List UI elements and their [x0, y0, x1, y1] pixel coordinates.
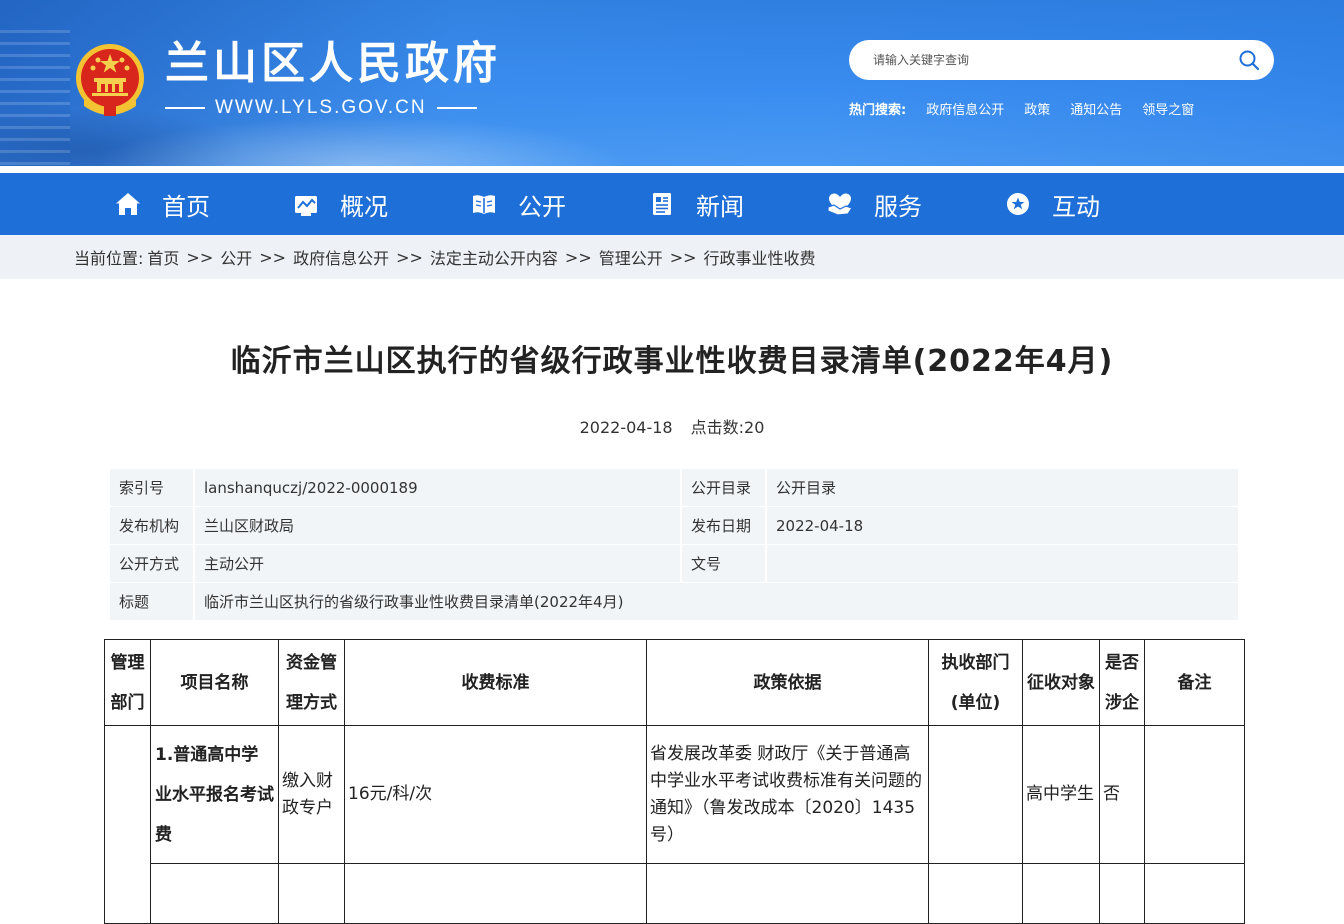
heart-hand-icon: [827, 193, 853, 216]
nav-label-home: 首页: [162, 192, 210, 221]
info-index-value: lanshanquczj/2022-0000189: [195, 469, 682, 507]
cell-basis: 省发展改革委 财政厅《关于普通高中学业水平考试收费标准有关问题的通知》（鲁发改成…: [646, 725, 929, 864]
cell-dept: [104, 725, 151, 924]
info-title-value: 临沂市兰山区执行的省级行政事业性收费目录清单(2022年4月): [195, 583, 1238, 621]
url-divider-right: [436, 107, 477, 109]
info-index-label: 索引号: [110, 469, 195, 507]
hot-search-label: 热门搜索:: [849, 103, 907, 118]
info-row: 公开方式 主动公开 文号: [110, 545, 1238, 583]
site-url: WWW.LYLS.GOV.CN: [165, 96, 495, 120]
breadcrumb-separator: >>: [669, 247, 697, 267]
overview-icon: [295, 196, 317, 216]
hits-label: 点击数:: [690, 418, 745, 437]
nav-wrapper: 首页 概况 公开 新闻 服务 互动: [0, 166, 1344, 235]
search-input[interactable]: [873, 53, 1238, 67]
nav-item-service[interactable]: 服务: [826, 173, 1004, 235]
cell-remark: [1144, 725, 1245, 864]
cell-enterprise: 否: [1099, 725, 1145, 864]
cell-unit: [928, 725, 1023, 864]
nav-item-overview[interactable]: 概况: [292, 173, 470, 235]
breadcrumb-label: 当前位置:: [74, 249, 144, 268]
nav-label-service: 服务: [874, 192, 922, 221]
nav-label-public: 公开: [518, 192, 566, 221]
info-catalog-value: 公开目录: [767, 469, 1238, 507]
info-title-label: 标题: [110, 583, 195, 621]
site-url-text: WWW.LYLS.GOV.CN: [215, 97, 427, 118]
header-target: 征收对象: [1022, 639, 1100, 726]
national-emblem-icon: [76, 44, 144, 116]
info-docno-value: [767, 545, 1238, 583]
header-enterprise: 是否涉企: [1099, 639, 1145, 726]
hot-search: 热门搜索: 政府信息公开 政策 通知公告 领导之窗: [849, 99, 1194, 118]
info-table: 索引号 lanshanquczj/2022-0000189 公开目录 公开目录 …: [110, 469, 1238, 621]
header-standard: 收费标准: [344, 639, 647, 726]
info-row: 索引号 lanshanquczj/2022-0000189 公开目录 公开目录: [110, 469, 1238, 507]
header-dept: 管理部门: [104, 639, 151, 726]
hot-link-notice[interactable]: 通知公告: [1070, 99, 1122, 118]
cell-standard: 16元/科/次: [344, 725, 647, 864]
info-method-label: 公开方式: [110, 545, 195, 583]
breadcrumb-management[interactable]: 管理公开: [599, 245, 663, 269]
info-row: 标题 临沂市兰山区执行的省级行政事业性收费目录清单(2022年4月): [110, 583, 1238, 621]
fee-table-header: 管理部门 项目名称 资金管理方式 收费标准 政策依据 执收部门(单位) 征收对象…: [104, 639, 1245, 726]
cell-name: 1.普通高中学业水平报名考试费: [150, 725, 279, 864]
hits-count: 20: [744, 418, 765, 437]
info-row: 发布机构 兰山区财政局 发布日期 2022-04-18: [110, 507, 1238, 545]
book-icon: [473, 195, 495, 214]
site-title: 兰山区人民政府: [165, 38, 501, 89]
article-date: 2022-04-18: [579, 418, 673, 437]
home-icon: [116, 193, 140, 215]
info-docno-label: 文号: [682, 545, 767, 583]
site-header: 兰山区人民政府 WWW.LYLS.GOV.CN 热门搜索: 政府信息公开 政策 …: [0, 0, 1344, 166]
info-pubdate-value: 2022-04-18: [767, 507, 1238, 545]
main-nav: 首页 概况 公开 新闻 服务 互动: [0, 173, 1344, 235]
hot-link-policy[interactable]: 政策: [1024, 99, 1050, 118]
table-row: 1.普通高中学业水平报名考试费 缴入财政专户 16元/科/次 省发展改革委 财政…: [104, 725, 1245, 924]
nav-label-interact: 互动: [1052, 192, 1100, 221]
star-bubble-icon: [1007, 193, 1029, 215]
hot-link-gov-info[interactable]: 政府信息公开: [926, 99, 1004, 118]
fee-table: 管理部门 项目名称 资金管理方式 收费标准 政策依据 执收部门(单位) 征收对象…: [104, 639, 1245, 924]
nav-item-public[interactable]: 公开: [470, 173, 648, 235]
info-catalog-label: 公开目录: [682, 469, 767, 507]
search-box: [849, 40, 1274, 80]
info-org-label: 发布机构: [110, 507, 195, 545]
info-method-value: 主动公开: [195, 545, 682, 583]
header-name: 项目名称: [150, 639, 279, 726]
breadcrumb-separator: >>: [564, 247, 592, 267]
nav-label-overview: 概况: [340, 192, 388, 221]
nav-item-home[interactable]: 首页: [114, 173, 292, 235]
breadcrumb-separator: >>: [396, 247, 423, 267]
cell-target: 高中学生: [1022, 725, 1100, 864]
breadcrumb-fees[interactable]: 行政事业性收费: [704, 245, 816, 269]
breadcrumb: 当前位置: 首页 >> 公开 >> 政府信息公开 >> 法定主动公开内容 >> …: [74, 235, 816, 279]
nav-item-news[interactable]: 新闻: [648, 173, 826, 235]
nav-label-news: 新闻: [696, 192, 744, 221]
cell-fund: 缴入财政专户: [278, 725, 345, 864]
breadcrumb-public[interactable]: 公开: [220, 245, 252, 269]
breadcrumb-separator: >>: [186, 247, 214, 267]
info-pubdate-label: 发布日期: [682, 507, 767, 545]
breadcrumb-bar: 当前位置: 首页 >> 公开 >> 政府信息公开 >> 法定主动公开内容 >> …: [0, 235, 1344, 279]
header-basis: 政策依据: [646, 639, 929, 726]
article-meta: 2022-04-18 点击数:20: [0, 414, 1344, 438]
url-divider-left: [165, 107, 205, 109]
header-remark: 备注: [1144, 639, 1245, 726]
search-icon[interactable]: [1238, 49, 1260, 71]
nav-item-interact[interactable]: 互动: [1004, 173, 1182, 235]
breadcrumb-gov-info[interactable]: 政府信息公开: [293, 245, 389, 269]
header-fund: 资金管理方式: [278, 639, 345, 726]
article-title: 临沂市兰山区执行的省级行政事业性收费目录清单(2022年4月): [230, 344, 1114, 379]
table-row: [105, 863, 1245, 924]
header-unit: 执收部门(单位): [928, 639, 1023, 726]
breadcrumb-home[interactable]: 首页: [147, 245, 179, 269]
breadcrumb-statutory[interactable]: 法定主动公开内容: [430, 245, 558, 269]
news-icon: [653, 193, 671, 215]
hot-link-leaders[interactable]: 领导之窗: [1142, 99, 1194, 118]
breadcrumb-separator: >>: [259, 247, 287, 267]
info-org-value: 兰山区财政局: [195, 507, 682, 545]
header-building-image: [0, 30, 70, 166]
